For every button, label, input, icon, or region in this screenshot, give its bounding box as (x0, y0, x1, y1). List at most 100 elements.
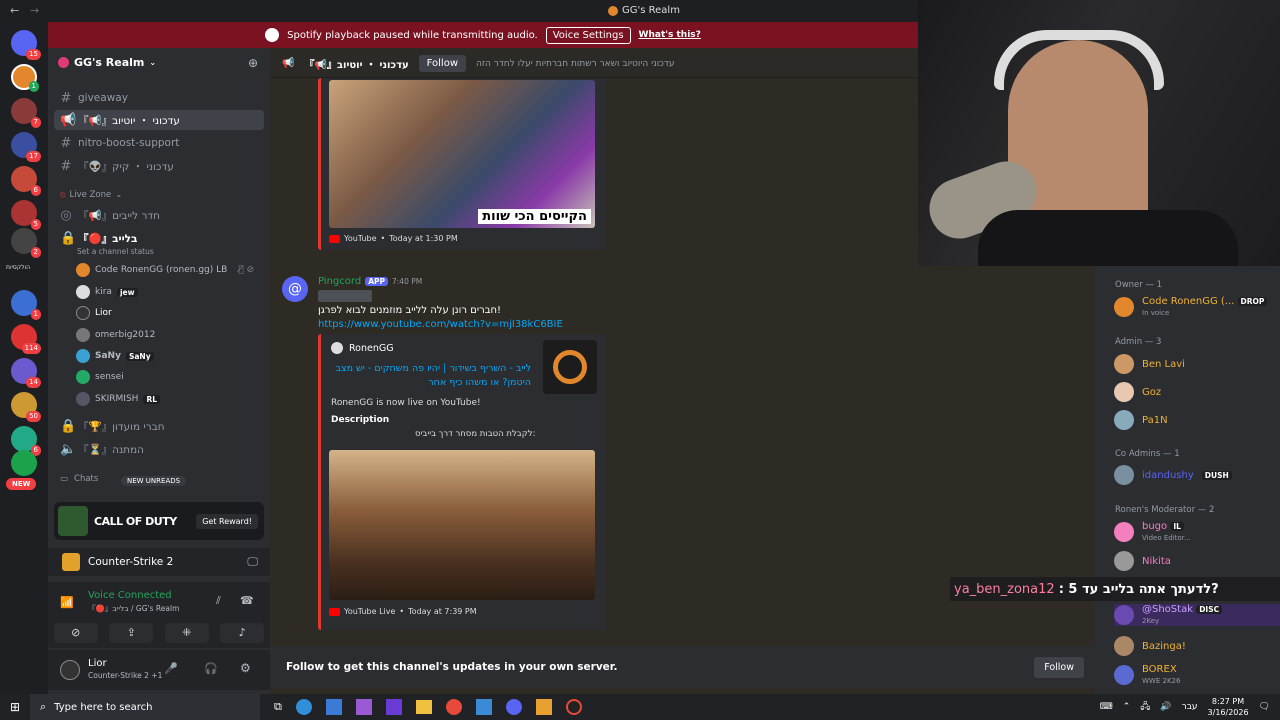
clock[interactable]: 8:27 PM 3/16/2026 (1208, 696, 1249, 718)
member-item[interactable]: BOREX WWE 2K26 (1114, 664, 1180, 686)
server-icon-6[interactable]: 2 (11, 228, 41, 258)
server-icon-11[interactable]: 6 (11, 426, 41, 456)
avatar (76, 370, 90, 384)
chat-icon: ▭ (60, 474, 69, 484)
notification-icon[interactable]: 🗨 (1259, 702, 1270, 712)
member-item[interactable]: Pa1N (1114, 410, 1168, 430)
windows-start-icon[interactable]: ⊞ (0, 700, 30, 714)
voice-channel-lives-room[interactable]: ◎ 『📢』חדר לייבים (54, 205, 264, 225)
volume-icon[interactable]: 🔊 (1160, 702, 1171, 712)
back-arrow-icon[interactable]: ← (10, 4, 19, 17)
voice-user[interactable]: omerbig2012 (76, 326, 155, 344)
channel-nitro-boost-support[interactable]: # nitro-boost-support (54, 133, 264, 153)
copilot-icon[interactable] (355, 699, 372, 715)
server-ggrealm-icon[interactable]: 1 (11, 64, 39, 92)
channel-club-members[interactable]: 🔒 『🏆』חברי מועדון (54, 416, 264, 436)
member-item[interactable]: Code RonenGG (... DROP In voice (1114, 296, 1268, 318)
task-view-icon[interactable]: ⧉ (274, 700, 282, 714)
voice-user[interactable]: SaNy SaNy (76, 347, 154, 365)
member-item[interactable]: bugo IL Video Editor... (1114, 521, 1191, 543)
member-item[interactable]: Bazinga! (1114, 636, 1186, 656)
member-item[interactable]: idandushy DUSH (1114, 465, 1232, 485)
voice-user[interactable]: Code RonenGG (ronen.gg) LB 🎙̸ ⊘ (76, 261, 254, 279)
follow-button[interactable]: Follow (1034, 656, 1084, 678)
pingcord-avatar[interactable]: @ (282, 276, 308, 302)
lock-icon: 🔒 (60, 418, 77, 434)
server-icon-2[interactable]: 7 (11, 98, 41, 128)
screen-share-icon[interactable]: ⇪ (109, 623, 154, 643)
video-thumbnail[interactable]: הקייסים הכי שוות (329, 80, 595, 228)
noise-suppression-icon[interactable]: ⫽ (216, 594, 221, 608)
disconnect-icon[interactable]: ☎ (240, 594, 254, 607)
server-icon-5[interactable]: 5 (11, 200, 41, 230)
member-item[interactable]: Goz (1114, 382, 1161, 402)
member-item[interactable]: @ShoStak DISC 2Key (1114, 604, 1280, 626)
category-live-zone[interactable]: ⦸ Live Zone ⌄ (60, 190, 122, 200)
server-icon-12[interactable] (11, 450, 37, 476)
member-item[interactable]: Ben Lavi (1114, 354, 1185, 374)
server-icon-3[interactable]: 17 (11, 132, 41, 162)
server-icon-8[interactable]: 114 (11, 324, 41, 354)
forward-arrow-icon[interactable]: → (30, 4, 39, 17)
cs2-icon (62, 553, 80, 571)
edge-icon[interactable] (295, 699, 312, 715)
activities-icon[interactable]: ⁜ (164, 623, 209, 643)
notice-text: Spotify playback paused while transmitti… (287, 29, 538, 41)
discord-home-icon[interactable]: 15 (11, 30, 41, 60)
gear-icon[interactable]: ⚙ (240, 661, 251, 675)
avatar[interactable] (60, 660, 80, 680)
voice-user[interactable]: sensei (76, 368, 124, 386)
camera-off-icon[interactable]: ⊘ (53, 623, 98, 643)
voice-user[interactable]: Lior (76, 304, 112, 322)
chevron-up-icon[interactable]: ⌃ (1123, 702, 1131, 712)
call-of-duty-promo[interactable]: CALL OF DUTY Get Reward! (54, 502, 264, 540)
voice-settings-button[interactable]: Voice Settings (545, 26, 631, 44)
channel-waiting[interactable]: 🔈 『⏳』המתנה (54, 439, 264, 459)
add-user-icon[interactable]: ⊕ (248, 56, 258, 70)
category-chats[interactable]: ▭ Chats (60, 474, 98, 484)
server-icon-10[interactable]: 50 (11, 392, 41, 422)
voice-user[interactable]: SKIRMISH RL (76, 390, 160, 408)
discord-icon[interactable] (505, 699, 522, 715)
soundboard-icon[interactable]: ♪ (220, 623, 265, 643)
cs2-taskbar-icon[interactable] (535, 699, 552, 715)
channel-youtube-updates[interactable]: 📢 『📢』עדכוני ・ יוטיוב (54, 110, 264, 130)
keyboard-icon[interactable]: ⌨ (1100, 702, 1113, 712)
app-icon[interactable] (475, 699, 492, 715)
channel-status[interactable]: Set a channel status (77, 247, 154, 256)
channel-kick-updates[interactable]: # 『👽』עדכוני ・ קיק (54, 156, 264, 176)
microphone-icon[interactable]: 🎤 (164, 662, 178, 675)
windows-taskbar: ⊞ ⌕ Type here to search ⧉ ⌨ ⌃ 🖧 🔊 עבר 8:… (0, 694, 1280, 720)
server-icon-4[interactable]: 6 (11, 166, 41, 196)
channel-giveaway[interactable]: # giveaway (54, 88, 264, 108)
m365-icon[interactable] (385, 699, 402, 715)
server-icon-9[interactable]: 14 (11, 358, 41, 388)
get-reward-button[interactable]: Get Reward! (196, 513, 258, 529)
server-icon (608, 5, 618, 16)
author-name[interactable]: Pingcord (318, 276, 361, 287)
chrome-icon[interactable] (445, 699, 462, 715)
server-header[interactable]: GG's Realm ⌄ (58, 56, 156, 69)
file-explorer-icon[interactable] (415, 700, 432, 714)
youtube-embed-2: RonenGG לייב - השריף בשידור | יהיו פה מש… (318, 334, 606, 630)
server-rail: 15 1 7 17 6 5 2 הולקסיות 1 114 14 50 6 N… (0, 22, 48, 694)
taskbar-search[interactable]: ⌕ Type here to search (30, 694, 260, 720)
obs-icon[interactable] (565, 699, 582, 715)
live-thumbnail[interactable] (329, 450, 595, 600)
new-unreads-pill[interactable]: NEW UNREADS (121, 476, 187, 486)
member-item[interactable]: Nikita (1114, 551, 1171, 571)
voice-user[interactable]: kira jew (76, 283, 138, 301)
window-title: GG's Realm (622, 5, 680, 16)
store-icon[interactable] (325, 699, 342, 715)
network-icon[interactable]: 🖧 (1140, 699, 1150, 715)
headphones-icon[interactable]: 🎧 (204, 662, 218, 675)
message-link[interactable]: https://www.youtube.com/watch?v=mjI38kC6… (318, 319, 563, 330)
server-icon-7[interactable]: 1 (11, 290, 41, 320)
author-icon (331, 342, 343, 354)
embed-title[interactable]: לייב - השריף בשידור | יהיו פה משחקים - י… (331, 362, 531, 390)
voice-channel-live[interactable]: 🔒 『🔴』בלייב (54, 228, 264, 248)
activity-panel[interactable]: Counter-Strike 2 🖵 (48, 548, 270, 576)
whats-this-link[interactable]: What's this? (639, 30, 701, 40)
follow-button[interactable]: Follow (418, 55, 466, 72)
screen-share-icon[interactable]: 🖵 (247, 555, 258, 569)
